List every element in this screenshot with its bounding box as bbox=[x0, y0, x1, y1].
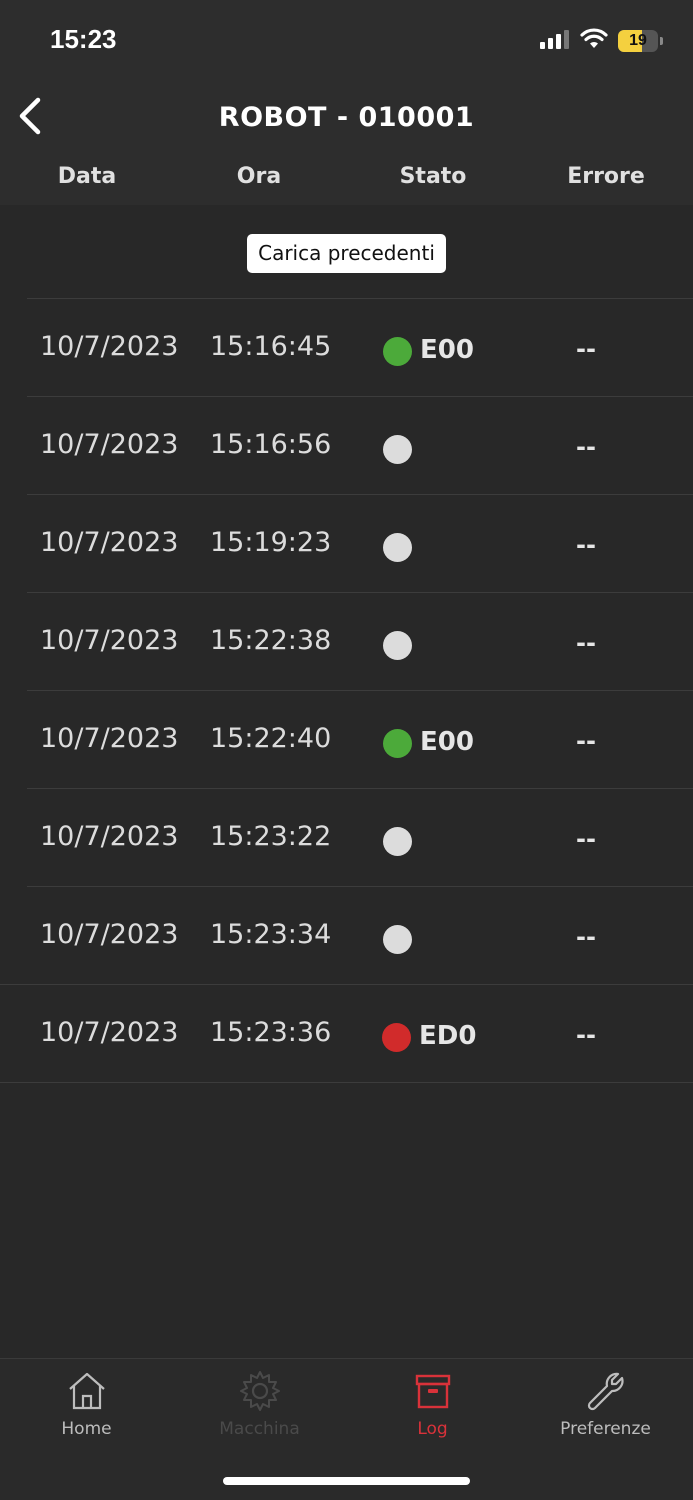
log-row: 10/7/2023 15:23:36 ED0 -- bbox=[0, 984, 693, 1083]
log-row: 10/7/2023 15:19:23 -- bbox=[27, 494, 693, 592]
log-date: 10/7/2023 bbox=[40, 723, 179, 754]
tab-log[interactable]: Log bbox=[346, 1369, 519, 1449]
error-value: -- bbox=[576, 335, 596, 363]
log-row: 10/7/2023 15:22:38 -- bbox=[27, 592, 693, 690]
app-screen: 15:23 19 ROBOT - 010001 Data Ora Stato E… bbox=[0, 0, 693, 1500]
wrench-icon bbox=[587, 1372, 624, 1411]
log-date: 10/7/2023 bbox=[40, 331, 179, 362]
log-row: 10/7/2023 15:22:40 E00 -- bbox=[27, 690, 693, 788]
log-date: 10/7/2023 bbox=[40, 625, 179, 656]
log-date: 10/7/2023 bbox=[40, 821, 179, 852]
column-header-errore: Errore bbox=[567, 164, 645, 189]
battery-icon: 19 bbox=[618, 30, 663, 52]
gear-icon bbox=[239, 1371, 280, 1411]
page-title: ROBOT - 010001 bbox=[218, 102, 475, 133]
status-dot bbox=[383, 925, 412, 954]
status-dot bbox=[382, 1023, 411, 1052]
status-dot bbox=[383, 631, 412, 660]
log-time: 15:23:34 bbox=[210, 919, 332, 950]
battery-level: 19 bbox=[629, 32, 647, 49]
wifi-icon bbox=[580, 28, 608, 54]
log-time: 15:23:36 bbox=[210, 1017, 332, 1048]
status-dot bbox=[383, 533, 412, 562]
log-row: 10/7/2023 15:23:22 -- bbox=[27, 788, 693, 886]
load-previous-button[interactable]: Carica precedenti bbox=[247, 234, 446, 273]
log-row: 10/7/2023 15:16:45 E00 -- bbox=[27, 298, 693, 396]
status-code: E00 bbox=[420, 335, 474, 365]
home-icon bbox=[68, 1372, 105, 1410]
error-value: -- bbox=[576, 825, 596, 853]
tab-macchina[interactable]: Macchina bbox=[173, 1369, 346, 1449]
tab-preferenze[interactable]: Preferenze bbox=[519, 1369, 692, 1449]
log-date: 10/7/2023 bbox=[40, 919, 179, 950]
log-row: 10/7/2023 15:23:34 -- bbox=[27, 886, 693, 984]
tab-label-preferenze: Preferenze bbox=[560, 1419, 651, 1439]
status-dot bbox=[383, 729, 412, 758]
error-value: -- bbox=[576, 629, 596, 657]
log-time: 15:22:40 bbox=[210, 723, 332, 754]
column-header-stato: Stato bbox=[399, 164, 467, 189]
status-dot bbox=[383, 827, 412, 856]
log-list: 10/7/2023 15:16:45 E00 -- 10/7/2023 15:16:56 -… bbox=[0, 298, 693, 1083]
status-icons: 19 bbox=[540, 28, 663, 54]
column-header-data: Data bbox=[57, 164, 117, 189]
log-date: 10/7/2023 bbox=[40, 429, 179, 460]
log-time: 15:16:45 bbox=[210, 331, 332, 362]
archive-box-icon bbox=[415, 1374, 450, 1409]
column-header-ora: Ora bbox=[236, 164, 282, 189]
log-date: 10/7/2023 bbox=[40, 527, 179, 558]
log-time: 15:19:23 bbox=[210, 527, 332, 558]
status-dot bbox=[383, 337, 412, 366]
error-value: -- bbox=[576, 923, 596, 951]
log-date: 10/7/2023 bbox=[40, 1017, 179, 1048]
status-code: E00 bbox=[420, 727, 474, 757]
tab-label-home: Home bbox=[61, 1419, 112, 1439]
log-time: 15:23:22 bbox=[210, 821, 332, 852]
error-value: -- bbox=[576, 531, 596, 559]
tab-home[interactable]: Home bbox=[0, 1369, 173, 1449]
header: ROBOT - 010001 Data Ora Stato Errore bbox=[0, 80, 693, 205]
tab-label-macchina: Macchina bbox=[219, 1419, 300, 1439]
column-headers: Data Ora Stato Errore bbox=[0, 164, 693, 196]
log-time: 15:16:56 bbox=[210, 429, 332, 460]
status-time: 15:23 bbox=[50, 24, 117, 54]
status-dot bbox=[383, 435, 412, 464]
error-value: -- bbox=[576, 433, 596, 461]
log-row: 10/7/2023 15:16:56 -- bbox=[27, 396, 693, 494]
home-indicator bbox=[223, 1477, 470, 1485]
error-value: -- bbox=[576, 1021, 596, 1049]
tab-label-log: Log bbox=[417, 1419, 448, 1439]
status-bar: 15:23 19 bbox=[0, 0, 693, 80]
error-value: -- bbox=[576, 727, 596, 755]
status-code: ED0 bbox=[419, 1021, 477, 1051]
log-time: 15:22:38 bbox=[210, 625, 332, 656]
signal-icon bbox=[540, 29, 570, 53]
